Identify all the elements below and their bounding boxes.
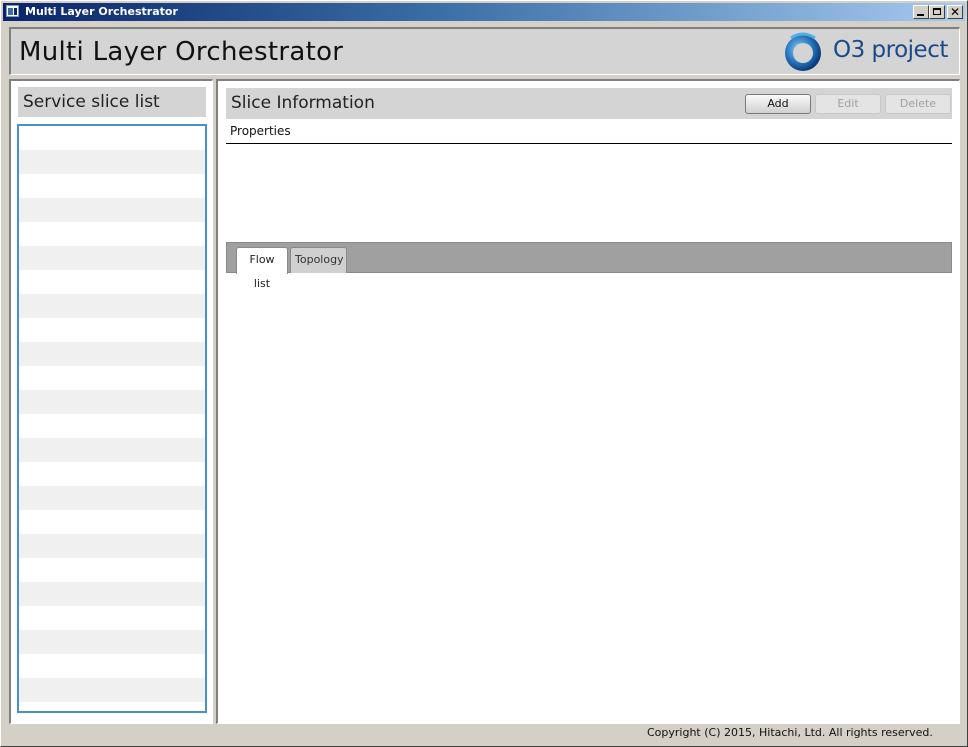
- minimize-icon: [917, 14, 924, 16]
- tab-topology[interactable]: Topology: [290, 247, 347, 273]
- properties-label: Properties: [230, 124, 291, 138]
- o3-logo-ring-icon: [785, 32, 821, 71]
- delete-button[interactable]: Delete: [885, 94, 951, 114]
- list-item[interactable]: [19, 222, 205, 246]
- service-slice-list[interactable]: [17, 124, 207, 713]
- list-item[interactable]: [19, 462, 205, 486]
- list-item[interactable]: [19, 414, 205, 438]
- app-header: Multi Layer Orchestrator O3 project: [9, 27, 960, 75]
- app-title: Multi Layer Orchestrator: [19, 37, 344, 67]
- list-item[interactable]: [19, 342, 205, 366]
- list-item[interactable]: [19, 174, 205, 198]
- title-bar[interactable]: Multi Layer Orchestrator ✕: [3, 3, 965, 21]
- maximize-icon: [933, 8, 941, 15]
- copyright-footer: Copyright (C) 2015, Hitachi, Ltd. All ri…: [647, 726, 933, 739]
- list-item[interactable]: [19, 390, 205, 414]
- flow-tab-bar: Flow list Topology: [226, 242, 952, 290]
- list-item[interactable]: [19, 582, 205, 606]
- tab-flow-list[interactable]: Flow list: [236, 247, 288, 290]
- list-item[interactable]: [19, 510, 205, 534]
- o3-project-logo: O3 project: [781, 30, 951, 74]
- list-item[interactable]: [19, 366, 205, 390]
- main-window: Multi Layer Orchestrator ✕ Multi Layer O…: [0, 0, 968, 747]
- properties-divider: [226, 143, 952, 144]
- maximize-button[interactable]: [929, 5, 945, 19]
- list-item[interactable]: [19, 438, 205, 462]
- list-item[interactable]: [19, 486, 205, 510]
- list-item[interactable]: [19, 630, 205, 654]
- edit-button[interactable]: Edit: [815, 94, 881, 114]
- service-slice-heading: Service slice list: [18, 87, 206, 117]
- list-item[interactable]: [19, 534, 205, 558]
- close-button[interactable]: ✕: [947, 5, 963, 19]
- close-icon: ✕: [949, 5, 961, 19]
- list-item[interactable]: [19, 150, 205, 174]
- list-item[interactable]: [19, 270, 205, 294]
- list-item[interactable]: [19, 558, 205, 582]
- slice-information-panel: Slice Information Add Edit Delete Proper…: [216, 79, 960, 724]
- app-window-icon: [6, 5, 19, 17]
- list-item[interactable]: [19, 654, 205, 678]
- slice-information-title: Slice Information: [231, 93, 375, 113]
- minimize-button[interactable]: [913, 5, 929, 19]
- list-item[interactable]: [19, 126, 205, 150]
- service-slice-panel: Service slice list: [9, 79, 213, 724]
- list-item[interactable]: [19, 198, 205, 222]
- list-item[interactable]: [19, 606, 205, 630]
- window-title: Multi Layer Orchestrator: [25, 5, 178, 18]
- logo-text: O3 project: [833, 37, 948, 63]
- list-item[interactable]: [19, 246, 205, 270]
- slice-information-heading: Slice Information Add Edit Delete: [226, 88, 952, 119]
- list-item[interactable]: [19, 318, 205, 342]
- add-button[interactable]: Add: [745, 94, 811, 114]
- list-item[interactable]: [19, 294, 205, 318]
- list-item[interactable]: [19, 678, 205, 702]
